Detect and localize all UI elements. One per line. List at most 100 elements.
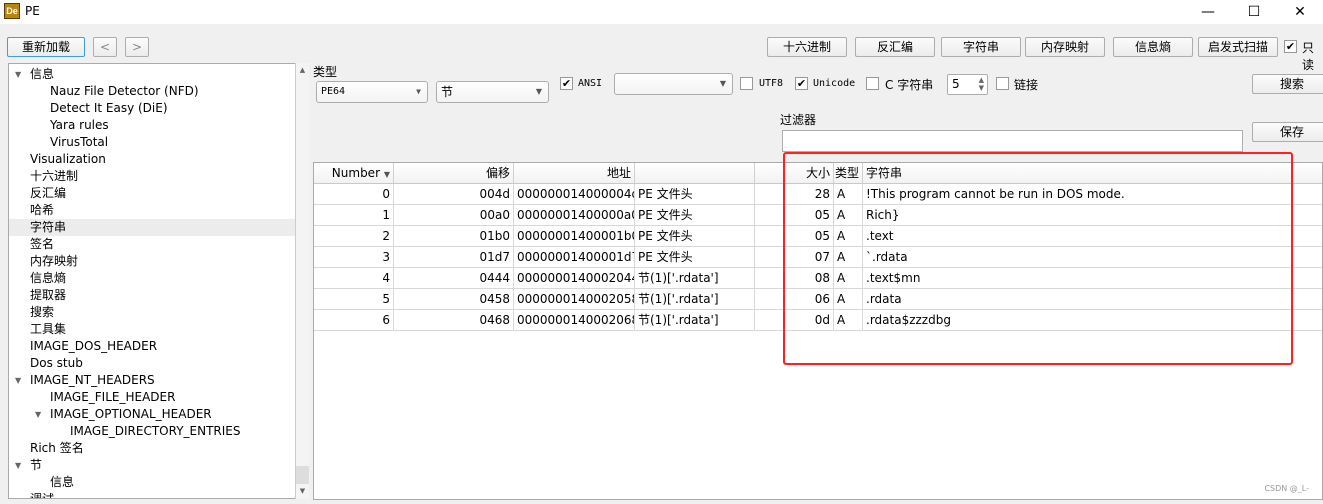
hex-button[interactable]: 十六进制 [767, 37, 847, 57]
cell-number: 6 [314, 310, 394, 330]
filter-input[interactable] [782, 130, 1243, 152]
codepage-select[interactable]: ▼ [614, 73, 733, 95]
close-button[interactable]: ✕ [1277, 0, 1323, 24]
table-row[interactable]: 2 01b0 00000001400001b0 PE 文件头 05 A .text [314, 226, 1322, 247]
cell-type: A [834, 184, 863, 204]
tree-item-label: VirusTotal [50, 135, 109, 149]
back-button[interactable]: < [93, 37, 117, 57]
scroll-thumb[interactable] [296, 466, 309, 484]
search-button[interactable]: 搜索 [1252, 74, 1323, 94]
memory-map-button[interactable]: 内存映射 [1025, 37, 1105, 57]
tree-item-label: 搜索 [30, 305, 55, 319]
entropy-button[interactable]: 信息熵 [1113, 37, 1193, 57]
tree-item[interactable]: 调试 [9, 491, 295, 498]
tree-item[interactable]: 信息 ▼ [9, 66, 295, 83]
tree-item[interactable]: IMAGE_FILE_HEADER [9, 389, 295, 406]
strings-button[interactable]: 字符串 [941, 37, 1021, 57]
column-header-address[interactable]: 地址 [514, 163, 635, 184]
tree-item[interactable]: Dos stub [9, 355, 295, 372]
tree-item[interactable]: 节 ▼ [9, 457, 295, 474]
tree-item[interactable]: 反汇编 [9, 185, 295, 202]
column-header-string[interactable]: 字符串 [863, 163, 1322, 184]
unicode-label: Unicode [813, 78, 856, 89]
tree-item[interactable]: 工具集 [9, 321, 295, 338]
utf8-label: UTF8 [759, 78, 784, 89]
min-length-spinbox[interactable]: 5 ▲ ▼ [947, 74, 988, 95]
tree-item[interactable]: Detect It Easy (DiE) [9, 100, 295, 117]
utf8-checkbox[interactable] [740, 77, 753, 90]
tree-item[interactable]: 搜索 [9, 304, 295, 321]
maximize-button[interactable]: ☐ [1231, 0, 1277, 24]
cell-size: 28 [791, 184, 834, 204]
expand-arrow-icon[interactable]: ▼ [15, 66, 21, 83]
table-row[interactable]: 3 01d7 00000001400001d7 PE 文件头 07 A `.rdata [314, 247, 1322, 268]
table-row[interactable]: 4 0444 0000000140002044 节(1)['.rdata'] 08 A .t… [314, 268, 1322, 289]
tree-item-label: 签名 [30, 237, 55, 251]
tree-item[interactable]: 哈希 [9, 202, 295, 219]
cstring-checkbox[interactable] [866, 77, 879, 90]
column-header-type[interactable]: 类型 [834, 163, 863, 184]
column-header-size[interactable]: 大小 [791, 163, 834, 184]
tree-item[interactable]: IMAGE_NT_HEADERS ▼ [9, 372, 295, 389]
table-row[interactable]: 5 0458 0000000140002058 节(1)['.rdata'] 06 A .r… [314, 289, 1322, 310]
tree-item[interactable]: 签名 [9, 236, 295, 253]
tree-item[interactable]: Yara rules [9, 117, 295, 134]
tree-item-label: IMAGE_NT_HEADERS [30, 373, 155, 387]
tree-item[interactable]: Visualization [9, 151, 295, 168]
scroll-down-icon[interactable]: ▼ [296, 484, 309, 498]
readonly-label: 只读 [1302, 41, 1315, 72]
expand-arrow-icon[interactable]: ▼ [15, 457, 21, 474]
tree-scrollbar[interactable]: ▲ ▼ [295, 63, 309, 499]
tree-item[interactable]: Rich 签名 [9, 440, 295, 457]
readonly-checkbox[interactable]: ✔ [1284, 40, 1297, 53]
tree-item[interactable]: VirusTotal [9, 134, 295, 151]
tree-item-label: 字符串 [30, 220, 67, 234]
table-row[interactable]: 6 0468 0000000140002068 节(1)['.rdata'] 0d A .r… [314, 310, 1322, 331]
disasm-button[interactable]: 反汇编 [855, 37, 935, 57]
table-row[interactable]: 1 00a0 00000001400000a0 PE 文件头 05 A Rich} [314, 205, 1322, 226]
column-header-number-label: Number [331, 166, 381, 180]
tree-item[interactable]: 内存映射 [9, 253, 295, 270]
scroll-up-icon[interactable]: ▲ [296, 63, 309, 77]
filter-label: 过滤器 [780, 113, 817, 127]
ansi-checkbox[interactable]: ✔ [560, 77, 573, 90]
cell-size: 07 [791, 247, 834, 267]
cell-string: .text [866, 229, 894, 243]
forward-button[interactable]: > [125, 37, 149, 57]
tree-item[interactable]: IMAGE_DIRECTORY_ENTRIES [9, 423, 295, 440]
type-select[interactable]: PE64 ▼ [316, 81, 428, 103]
cell-string: !This program cannot be run in DOS mode. [866, 187, 1125, 201]
tree-item[interactable]: 提取器 [9, 287, 295, 304]
tree-item-label: 哈希 [30, 203, 55, 217]
tree-item[interactable]: 字符串 [9, 219, 295, 236]
cell-size: 05 [791, 205, 834, 225]
expand-arrow-icon[interactable]: ▼ [15, 372, 21, 389]
tree-item[interactable]: 信息熵 [9, 270, 295, 287]
save-button[interactable]: 保存 [1252, 122, 1323, 142]
tree-item-label: Rich 签名 [30, 441, 84, 455]
unicode-checkbox[interactable]: ✔ [795, 77, 808, 90]
cell-string: Rich} [866, 208, 900, 222]
link-checkbox[interactable] [996, 77, 1009, 90]
column-header-offset[interactable]: 偏移 [394, 163, 514, 184]
table-row[interactable]: 0 004d 000000014000004d PE 文件头 28 A !This prog… [314, 184, 1322, 205]
cell-string: .rdata [866, 292, 902, 306]
tree-item[interactable]: 信息 [9, 474, 295, 491]
reload-button[interactable]: 重新加载 [7, 37, 85, 57]
spin-arrows-icon[interactable]: ▲ ▼ [979, 76, 984, 92]
expand-arrow-icon[interactable]: ▼ [35, 406, 41, 423]
tree-item-label: IMAGE_OPTIONAL_HEADER [50, 407, 212, 421]
chevron-right-icon: > [131, 40, 143, 54]
tree-item[interactable]: 十六进制 [9, 168, 295, 185]
tree-item[interactable]: Nauz File Detector (NFD) [9, 83, 295, 100]
cell-region: PE 文件头 [635, 184, 755, 204]
column-header-number[interactable]: Number ▼ [314, 163, 394, 184]
tree-item[interactable]: IMAGE_OPTIONAL_HEADER ▼ [9, 406, 295, 423]
tree-item[interactable]: IMAGE_DOS_HEADER [9, 338, 295, 355]
cell-size: 0d [791, 310, 834, 330]
heuristic-scan-button[interactable]: 启发式扫描 [1198, 37, 1278, 57]
minimize-button[interactable]: — [1185, 0, 1231, 24]
cell-number: 4 [314, 268, 394, 288]
column-header-region[interactable] [635, 163, 755, 184]
region-select[interactable]: 节 ▼ [436, 81, 549, 103]
